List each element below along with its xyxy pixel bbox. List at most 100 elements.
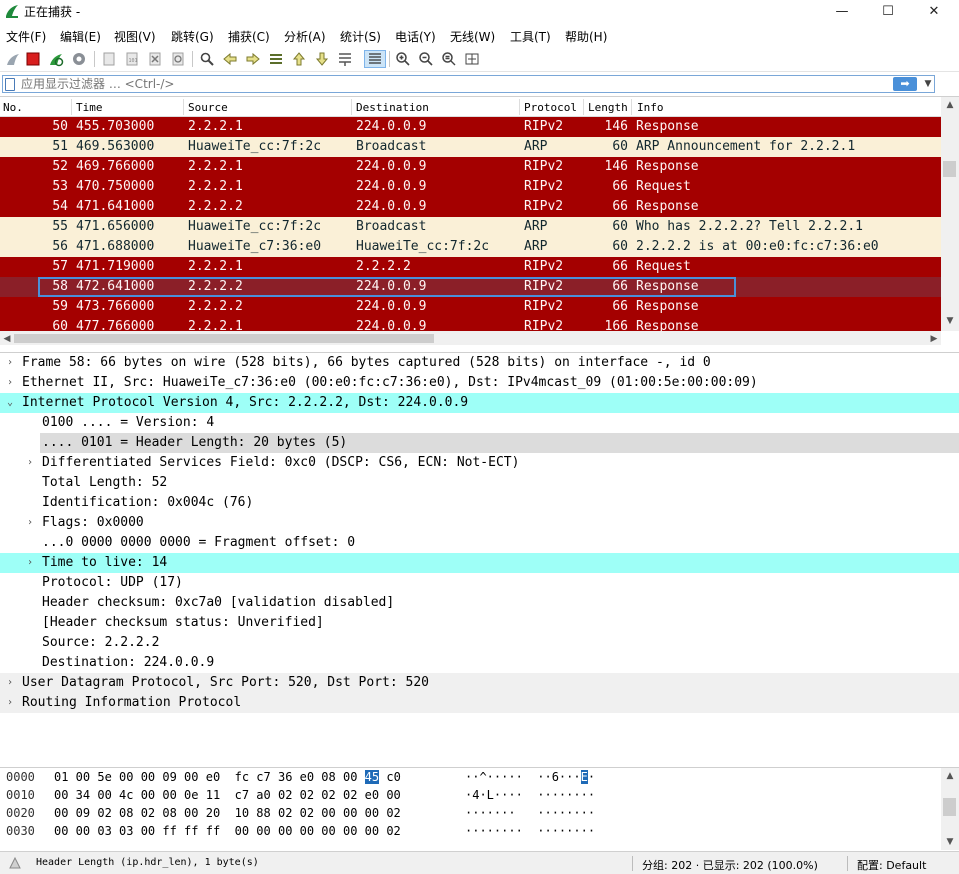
menu-edit[interactable]: 编辑(E) (60, 26, 101, 45)
last-packet-icon[interactable] (313, 50, 331, 68)
scroll-right-icon[interactable]: ▶ (927, 331, 941, 345)
column-header-protocol[interactable]: Protocol (524, 101, 577, 114)
column-header-destination[interactable]: Destination (356, 101, 429, 114)
bytes-row[interactable]: 0000 01 00 5e 00 00 09 00 e0 fc c7 36 e0 … (0, 768, 941, 786)
expand-right-icon[interactable]: › (4, 693, 16, 713)
go-forward-icon[interactable] (244, 50, 262, 68)
menu-tools[interactable]: 工具(T) (510, 26, 551, 45)
menu-statistics[interactable]: 统计(S) (340, 26, 381, 45)
detail-tree-item[interactable]: › Frame 58: 66 bytes on wire (528 bits), … (0, 353, 959, 373)
bytes-row[interactable]: 0030 00 00 03 03 00 ff ff ff 00 00 00 00 … (0, 822, 941, 840)
expand-right-icon[interactable]: › (24, 553, 36, 573)
menu-capture[interactable]: 捕获(C) (228, 26, 270, 45)
menu-view[interactable]: 视图(V) (114, 26, 156, 45)
detail-tree-item[interactable]: Source: 2.2.2.2 (0, 633, 959, 653)
column-header-length[interactable]: Length (588, 101, 628, 114)
bytes-row[interactable]: 0010 00 34 00 4c 00 00 0e 11 c7 a0 02 02 … (0, 786, 941, 804)
packet-row[interactable]: 54 471.641000 2.2.2.2 224.0.0.9 RIPv2 66 Respo… (0, 197, 941, 217)
stop-icon[interactable] (24, 50, 42, 68)
packet-row[interactable]: 56 471.688000 HuaweiTe_c7:36:e0 HuaweiTe_cc… (0, 237, 941, 257)
detail-tree-item[interactable]: ...0 0000 0000 0000 = Fragment offset: 0 (0, 533, 959, 553)
scroll-up-icon[interactable]: ▲ (941, 97, 959, 113)
save-file-icon[interactable]: 101 (123, 50, 141, 68)
packet-row[interactable]: 52 469.766000 2.2.2.1 224.0.0.9 RIPv2 146 Resp… (0, 157, 941, 177)
bookmark-icon[interactable] (5, 78, 15, 91)
column-header-info[interactable]: Info (637, 101, 664, 114)
detail-tree-item[interactable]: Protocol: UDP (17) (0, 573, 959, 593)
column-header-no[interactable]: No. (3, 101, 23, 114)
scroll-thumb[interactable] (943, 161, 956, 177)
arrow-right-icon[interactable]: ➡ (893, 77, 917, 91)
detail-tree-item[interactable]: ⌄ Internet Protocol Version 4, Src: 2.2.2… (0, 393, 959, 413)
scroll-down-icon[interactable]: ▼ (941, 834, 959, 850)
options-gear-icon[interactable] (70, 50, 88, 68)
detail-tree-item[interactable]: › Routing Information Protocol (0, 693, 959, 713)
restart-icon[interactable] (47, 50, 65, 68)
go-back-icon[interactable] (221, 50, 239, 68)
menu-file[interactable]: 文件(F) (6, 26, 46, 45)
display-filter-input[interactable] (2, 75, 935, 93)
expand-right-icon[interactable]: › (4, 673, 16, 693)
close-button[interactable]: ✕ (911, 0, 957, 22)
scroll-up-icon[interactable]: ▲ (941, 768, 959, 784)
detail-tree-item[interactable]: › Flags: 0x0000 (0, 513, 959, 533)
maximize-button[interactable]: ☐ (865, 0, 911, 22)
expand-right-icon[interactable]: › (24, 453, 36, 473)
expand-right-icon[interactable]: › (4, 373, 16, 393)
go-to-packet-icon[interactable] (267, 50, 285, 68)
scroll-thumb[interactable] (943, 798, 956, 816)
detail-tree-item[interactable]: › Differentiated Services Field: 0xc0 (DS… (0, 453, 959, 473)
packet-row[interactable]: 57 471.719000 2.2.2.1 2.2.2.2 RIPv2 66 Request (0, 257, 941, 277)
detail-tree-item[interactable]: .... 0101 = Header Length: 20 bytes (5) (0, 433, 959, 453)
packet-row[interactable]: 50 455.703000 2.2.2.1 224.0.0.9 RIPv2 146 Resp… (0, 117, 941, 137)
packet-row[interactable]: 58 472.641000 2.2.2.2 224.0.0.9 RIPv2 66 Respo… (0, 277, 941, 297)
menu-wireless[interactable]: 无线(W) (450, 26, 495, 45)
menu-help[interactable]: 帮助(H) (565, 26, 607, 45)
packet-list-hscroll[interactable]: ◀ ▶ (0, 331, 941, 345)
expand-down-icon[interactable]: ⌄ (4, 393, 16, 413)
find-icon[interactable] (198, 50, 216, 68)
detail-tree-item[interactable]: › Time to live: 14 (0, 553, 959, 573)
detail-tree-item[interactable]: Destination: 224.0.0.9 (0, 653, 959, 673)
packet-row[interactable]: 53 470.750000 2.2.2.1 224.0.0.9 RIPv2 66 Reque… (0, 177, 941, 197)
packet-row[interactable]: 60 477.766000 2.2.2.1 224.0.0.9 RIPv2 166 Resp… (0, 317, 941, 332)
detail-tree-item[interactable]: 0100 .... = Version: 4 (0, 413, 959, 433)
bytes-vscroll[interactable]: ▲ ▼ (941, 768, 959, 850)
first-packet-icon[interactable] (290, 50, 308, 68)
expand-right-icon[interactable]: › (24, 513, 36, 533)
detail-tree-item[interactable]: [Header checksum status: Unverified] (0, 613, 959, 633)
menu-telephony[interactable]: 电话(Y) (395, 26, 436, 45)
scroll-down-icon[interactable]: ▼ (941, 313, 959, 329)
packet-list-vscroll[interactable]: ▲ ▼ (941, 97, 959, 331)
detail-tree-item[interactable]: Header checksum: 0xc7a0 [validation disa… (0, 593, 959, 613)
reload-icon[interactable] (169, 50, 187, 68)
packet-row[interactable]: 59 473.766000 2.2.2.2 224.0.0.9 RIPv2 66 Respo… (0, 297, 941, 317)
zoom-out-icon[interactable] (417, 50, 435, 68)
open-file-icon[interactable] (100, 50, 118, 68)
resize-columns-icon[interactable] (463, 50, 481, 68)
zoom-in-icon[interactable] (394, 50, 412, 68)
bytes-row[interactable]: 0020 00 09 02 08 02 08 00 20 10 88 02 02 … (0, 804, 941, 822)
shark-fin-start-icon[interactable] (4, 50, 22, 68)
close-file-icon[interactable] (146, 50, 164, 68)
colorize-icon[interactable] (364, 50, 386, 68)
detail-tree-item[interactable]: Total Length: 52 (0, 473, 959, 493)
chevron-down-icon[interactable]: ▼ (922, 76, 934, 92)
status-profile[interactable]: 配置: Default (857, 857, 926, 873)
autoscroll-icon[interactable] (336, 50, 354, 68)
minimize-button[interactable]: — (819, 0, 865, 22)
zoom-normal-icon[interactable] (440, 50, 458, 68)
hscroll-thumb[interactable] (14, 334, 434, 343)
column-header-time[interactable]: Time (76, 101, 103, 114)
scroll-left-icon[interactable]: ◀ (0, 331, 14, 345)
detail-tree-item[interactable]: › User Datagram Protocol, Src Port: 520, … (0, 673, 959, 693)
packet-row[interactable]: 51 469.563000 HuaweiTe_cc:7f:2c Broadcast AR… (0, 137, 941, 157)
menu-go[interactable]: 跳转(G) (171, 26, 214, 45)
menu-analyze[interactable]: 分析(A) (284, 26, 326, 45)
detail-tree-item[interactable]: › Ethernet II, Src: HuaweiTe_c7:36:e0 (00… (0, 373, 959, 393)
detail-tree-item[interactable]: Identification: 0x004c (76) (0, 493, 959, 513)
expert-info-icon[interactable] (8, 856, 22, 870)
column-header-source[interactable]: Source (188, 101, 228, 114)
packet-row[interactable]: 55 471.656000 HuaweiTe_cc:7f:2c Broadcast AR… (0, 217, 941, 237)
expand-right-icon[interactable]: › (4, 353, 16, 373)
